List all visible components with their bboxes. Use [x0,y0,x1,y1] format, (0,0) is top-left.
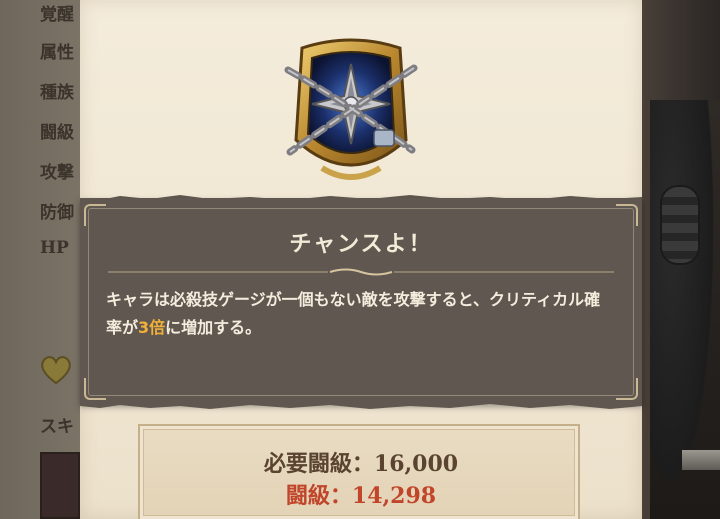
background-skill-slot [40,452,80,519]
current-power-value: 14,298 [351,483,437,509]
chained-compass-emblem-icon [284,38,418,180]
bg-label-power: 闘級 [40,123,74,143]
description-text-end: に増加する。 [165,318,262,337]
bg-label-hp: HP [40,238,69,258]
bg-label-awakening: 覚醒 [40,5,74,25]
popup-description: キャラは必殺技ゲージが一個もない敵を攻撃すると、クリティカル確率が3倍に増加する… [106,286,616,342]
popup-corner-ornament [84,378,106,400]
popup-corner-ornament [616,378,638,400]
popup-bottom-edge [80,402,642,409]
bg-label-defense: 防御 [40,203,74,223]
bg-label-attribute: 属性 [40,43,74,63]
required-power-label: 必要闘級 [263,451,352,477]
background-stat-labels: 覚醒 属性 種族 闘級 攻撃 防御 HP スキ [40,0,80,519]
character-metal-piece [682,450,720,470]
current-power-row: 闘級：14,298 [140,478,582,510]
required-power-row: 必要闘級：16,000 [140,446,582,478]
character-armor-strap [660,185,700,265]
bg-label-attack: 攻撃 [40,163,74,183]
power-requirement-box: 必要闘級：16,000 闘級：14,298 [138,424,580,519]
current-separator: ： [329,483,352,509]
description-highlight: 3倍 [138,318,166,337]
popup-title-divider [108,268,614,276]
required-power-value: 16,000 [373,451,459,477]
popup-corner-ornament [84,204,106,226]
popup-corner-ornament [616,204,638,226]
bg-label-race: 種族 [40,83,74,103]
popup-title: チャンスよ！ [289,232,433,257]
current-power-label: 闘級 [285,483,330,509]
required-separator: ： [351,451,374,477]
heart-icon [41,356,71,385]
bg-label-skill: スキ [40,417,74,437]
